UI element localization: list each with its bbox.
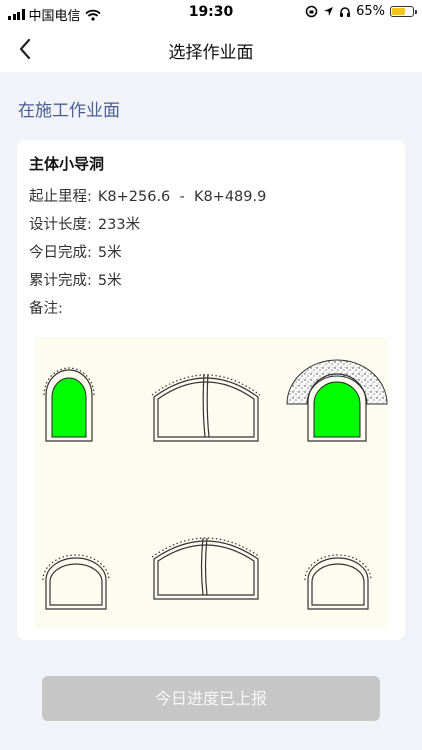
tunnel-diagram-svg bbox=[42, 359, 388, 610]
battery-percent: 65% bbox=[356, 4, 385, 19]
nav-bar: 选择作业面 bbox=[0, 26, 422, 72]
info-label: 备注: bbox=[29, 301, 63, 317]
location-icon bbox=[324, 7, 334, 16]
info-row-design-length: 设计长度: 233米 bbox=[29, 213, 140, 234]
work-face-card[interactable]: 主体小导洞 起止里程: K8+256.6 - K8+489.9 设计长度: 233米… bbox=[17, 140, 405, 640]
info-label: 今日完成: bbox=[29, 245, 92, 261]
status-right: 65% bbox=[305, 4, 417, 19]
section-fill bbox=[51, 377, 87, 438]
section-bottom-left[interactable] bbox=[42, 554, 110, 610]
battery-fill bbox=[392, 8, 405, 15]
info-value: 5米 bbox=[97, 273, 122, 289]
section-top-right[interactable] bbox=[286, 359, 388, 442]
status-bar: 中国电信 19:30 65% bbox=[0, 0, 422, 26]
tunnel-diagram bbox=[34, 337, 388, 630]
info-label: 累计完成: bbox=[29, 273, 92, 289]
info-label: 起止里程: bbox=[29, 189, 92, 205]
battery-icon bbox=[390, 6, 417, 17]
page-title: 选择作业面 bbox=[168, 43, 254, 63]
info-row-total-done: 累计完成: 5米 bbox=[29, 269, 122, 290]
section-bottom-right[interactable] bbox=[304, 554, 372, 610]
card-title: 主体小导洞 bbox=[29, 155, 105, 173]
section-title: 在施工作业面 bbox=[18, 101, 120, 121]
section-fill bbox=[313, 381, 361, 438]
headphones-icon bbox=[340, 6, 351, 17]
rotation-lock-icon bbox=[305, 5, 318, 18]
info-row-mileage: 起止里程: K8+256.6 - K8+489.9 bbox=[29, 185, 266, 206]
info-row-today-done: 今日完成: 5米 bbox=[29, 241, 122, 262]
info-row-remark: 备注: bbox=[29, 297, 69, 318]
info-value: 233米 bbox=[97, 217, 141, 233]
info-label: 设计长度: bbox=[29, 217, 92, 233]
info-value: 5米 bbox=[97, 245, 122, 261]
section-bottom-center[interactable] bbox=[151, 537, 261, 600]
section-top-center[interactable] bbox=[151, 373, 261, 442]
report-progress-button[interactable]: 今日进度已上报 bbox=[42, 676, 380, 721]
section-top-left[interactable] bbox=[43, 367, 95, 442]
info-value: K8+256.6 - K8+489.9 bbox=[97, 189, 267, 205]
